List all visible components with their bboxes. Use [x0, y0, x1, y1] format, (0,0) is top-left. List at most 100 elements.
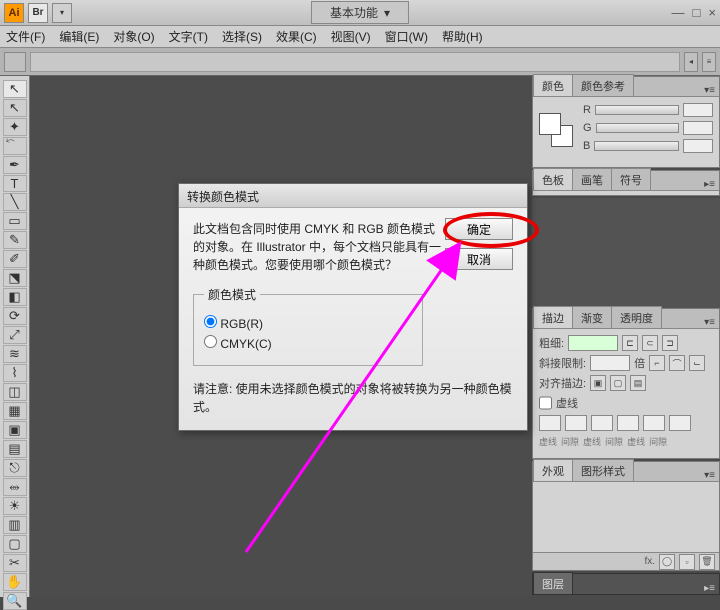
- panel-menu-icon[interactable]: ▸≡: [700, 583, 719, 594]
- tab-appearance[interactable]: 外观: [533, 459, 573, 481]
- tool-zoom[interactable]: 🔍: [3, 592, 27, 610]
- tool-perspective[interactable]: ▦: [3, 402, 27, 420]
- dash-3[interactable]: [643, 415, 665, 431]
- menu-select[interactable]: 选择(S): [222, 28, 262, 45]
- tool-slice[interactable]: ✂: [3, 554, 27, 572]
- fx-icon[interactable]: fx.: [644, 556, 655, 567]
- gap-2[interactable]: [617, 415, 639, 431]
- align-center-icon[interactable]: ▣: [590, 375, 606, 391]
- tab-swatches[interactable]: 色板: [533, 168, 573, 190]
- tool-selection[interactable]: ↖: [3, 80, 27, 98]
- swatches-panel: 色板 画笔 符号 ▸≡: [532, 170, 720, 196]
- tool-symbol-sprayer[interactable]: ☀: [3, 497, 27, 515]
- cap-butt-icon[interactable]: ⊏: [622, 335, 638, 351]
- radio-rgb-label[interactable]: RGB(R): [204, 315, 412, 331]
- tab-color[interactable]: 颜色: [533, 74, 573, 96]
- align-inside-icon[interactable]: ▢: [610, 375, 626, 391]
- menu-view[interactable]: 视图(V): [331, 28, 371, 45]
- tool-graph[interactable]: ▥: [3, 516, 27, 534]
- join-round-icon[interactable]: ⌒: [669, 355, 685, 371]
- panel-menu-icon[interactable]: ▸≡: [700, 179, 719, 190]
- menu-file[interactable]: 文件(F): [6, 28, 45, 45]
- tab-brushes[interactable]: 画笔: [572, 168, 612, 190]
- tool-pencil[interactable]: ✐: [3, 250, 27, 268]
- radio-cmyk-label[interactable]: CMYK(C): [204, 335, 412, 351]
- value-r[interactable]: [683, 103, 713, 117]
- tool-blob-brush[interactable]: ⬔: [3, 269, 27, 287]
- slider-b[interactable]: [594, 141, 679, 151]
- tool-scale[interactable]: ⤢: [3, 326, 27, 344]
- value-g[interactable]: [683, 121, 713, 135]
- tool-lasso[interactable]: ⃔: [3, 137, 27, 155]
- workspace-switcher[interactable]: 基本功能 ▾: [311, 1, 409, 24]
- radio-rgb[interactable]: [204, 315, 217, 328]
- tool-hand[interactable]: ✋: [3, 573, 27, 591]
- tool-gradient[interactable]: ▤: [3, 440, 27, 458]
- close-button[interactable]: ×: [708, 5, 716, 20]
- value-b[interactable]: [683, 139, 713, 153]
- workspace-label: 基本功能: [330, 4, 378, 21]
- new-appearance-icon[interactable]: ▫: [679, 554, 695, 570]
- tool-artboard[interactable]: ▢: [3, 535, 27, 553]
- tool-shape-builder[interactable]: ◫: [3, 383, 27, 401]
- gap-3[interactable]: [669, 415, 691, 431]
- cap-round-icon[interactable]: ⊂: [642, 335, 658, 351]
- tool-eyedropper[interactable]: ⎋: [3, 459, 27, 477]
- tool-blend[interactable]: ⥈: [3, 478, 27, 496]
- bridge-logo-icon[interactable]: Br: [28, 3, 48, 23]
- tool-paintbrush[interactable]: ✎: [3, 231, 27, 249]
- maximize-button[interactable]: □: [693, 5, 701, 20]
- menu-edit[interactable]: 编辑(E): [59, 28, 99, 45]
- cap-square-icon[interactable]: ⊐: [662, 335, 678, 351]
- slider-r[interactable]: [595, 105, 679, 115]
- fill-stroke-swatch[interactable]: [539, 113, 573, 147]
- dash-2[interactable]: [591, 415, 613, 431]
- appearance-panel: 外观 图形样式 ▾≡ fx. ◯ ▫ 🗑: [532, 461, 720, 571]
- panel-menu-icon[interactable]: ▾≡: [700, 317, 719, 328]
- menu-type[interactable]: 文字(T): [169, 28, 208, 45]
- checkbox-dashed[interactable]: [539, 395, 552, 411]
- opt-menu-icon[interactable]: ≡: [702, 52, 716, 72]
- panel-menu-icon[interactable]: ▾≡: [700, 85, 719, 96]
- tab-stroke[interactable]: 描边: [533, 306, 573, 328]
- tool-line[interactable]: ╲: [3, 193, 27, 211]
- tab-layers[interactable]: 图层: [533, 572, 573, 594]
- menu-window[interactable]: 窗口(W): [385, 28, 428, 45]
- dash-1[interactable]: [539, 415, 561, 431]
- input-weight[interactable]: [568, 335, 618, 351]
- cancel-button[interactable]: 取消: [445, 248, 513, 270]
- radio-cmyk[interactable]: [204, 335, 217, 348]
- tab-color-guide[interactable]: 颜色参考: [572, 74, 634, 96]
- align-outside-icon[interactable]: ▤: [630, 375, 646, 391]
- minimize-button[interactable]: —: [672, 5, 685, 20]
- panel-menu-icon[interactable]: ▾≡: [700, 470, 719, 481]
- gap-1[interactable]: [565, 415, 587, 431]
- join-miter-icon[interactable]: ⌐: [649, 355, 665, 371]
- tool-mesh[interactable]: ▣: [3, 421, 27, 439]
- clear-appearance-icon[interactable]: ◯: [659, 554, 675, 570]
- tab-gradient[interactable]: 渐变: [572, 306, 612, 328]
- label-align-stroke: 对齐描边:: [539, 375, 586, 391]
- titlebar-dropdown-icon[interactable]: ▾: [52, 3, 72, 23]
- slider-g[interactable]: [596, 123, 679, 133]
- tab-graphic-styles[interactable]: 图形样式: [572, 459, 634, 481]
- delete-appearance-icon[interactable]: 🗑: [699, 554, 715, 570]
- input-miter[interactable]: [590, 355, 630, 371]
- tab-transparency[interactable]: 透明度: [611, 306, 662, 328]
- tab-symbols[interactable]: 符号: [611, 168, 651, 190]
- tool-eraser[interactable]: ◧: [3, 288, 27, 306]
- tool-free-transform[interactable]: ⌇: [3, 364, 27, 382]
- tool-type[interactable]: T: [3, 175, 27, 192]
- tool-direct-selection[interactable]: ↖: [3, 99, 27, 117]
- join-bevel-icon[interactable]: ⌙: [689, 355, 705, 371]
- menu-effect[interactable]: 效果(C): [276, 28, 317, 45]
- tool-width[interactable]: ≋: [3, 345, 27, 363]
- ok-button[interactable]: 确定: [445, 218, 513, 240]
- menu-object[interactable]: 对象(O): [113, 28, 154, 45]
- menu-help[interactable]: 帮助(H): [442, 28, 483, 45]
- tool-rectangle[interactable]: ▭: [3, 212, 27, 230]
- tool-rotate[interactable]: ⟳: [3, 307, 27, 325]
- tool-pen[interactable]: ✒: [3, 156, 27, 174]
- opt-collapse-icon[interactable]: ◂: [684, 52, 698, 72]
- tool-magic-wand[interactable]: ✦: [3, 118, 27, 136]
